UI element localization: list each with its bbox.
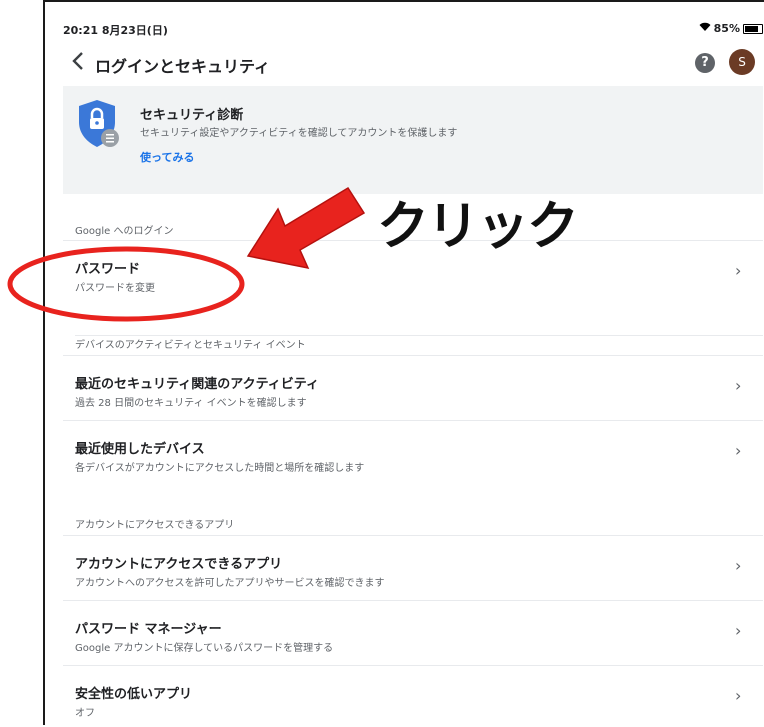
item-title: パスワード マネージャー <box>75 622 222 637</box>
click-annotation-label: クリック <box>377 197 579 257</box>
chevron-right-icon: › <box>735 441 742 460</box>
item-subtitle: 各デバイスがアカウントにアクセスした時間と場所を確認します <box>75 463 365 474</box>
security-checkup-card: セキュリティ診断 セキュリティ設定やアクティビティを確認してアカウントを保護しま… <box>63 86 763 194</box>
page-title: ログインとセキュリティ <box>95 57 271 76</box>
avatar[interactable]: S <box>729 49 755 75</box>
recent-security-activity-item[interactable]: 最近のセキュリティ関連のアクティビティ 過去 28 日間のセキュリティ イベント… <box>63 355 763 417</box>
item-title: 最近使用したデバイス <box>75 442 205 457</box>
battery-icon <box>743 23 763 34</box>
item-subtitle: オフ <box>75 708 95 719</box>
back-arrow-icon[interactable] <box>71 50 85 78</box>
checkup-description: セキュリティ設定やアクティビティを確認してアカウントを保護します <box>140 128 458 139</box>
chevron-right-icon: › <box>735 556 742 575</box>
item-subtitle: Google アカウントに保存しているパスワードを管理する <box>75 643 334 654</box>
chevron-right-icon: › <box>735 686 742 705</box>
less-secure-apps-item[interactable]: 安全性の低いアプリ オフ › <box>63 665 763 727</box>
apps-with-access-item[interactable]: アカウントにアクセスできるアプリ アカウントへのアクセスを許可したアプリやサービ… <box>63 535 763 597</box>
item-title: パスワード <box>75 262 141 277</box>
item-subtitle: アカウントへのアクセスを許可したアプリやサービスを確認できます <box>75 578 385 589</box>
item-subtitle: パスワードを変更 <box>75 283 155 294</box>
chevron-right-icon: › <box>735 621 742 640</box>
wifi-icon <box>699 22 711 35</box>
status-right: 85% <box>699 22 763 35</box>
password-manager-item[interactable]: パスワード マネージャー Google アカウントに保存しているパスワードを管理… <box>63 600 763 662</box>
status-bar: 20:21 8月23日(日) 85% <box>63 22 763 40</box>
section-google-login: Google へのログイン <box>75 226 174 237</box>
battery-percent: 85% <box>713 22 740 35</box>
section-apps-access: アカウントにアクセスできるアプリ <box>75 520 235 531</box>
item-title: アカウントにアクセスできるアプリ <box>75 557 283 572</box>
item-subtitle: 過去 28 日間のセキュリティ イベントを確認します <box>75 398 307 409</box>
status-time: 20:21 8月23日(日) <box>63 24 168 37</box>
help-icon[interactable]: ? <box>695 53 715 73</box>
app-bar: ログインとセキュリティ ? S <box>63 49 763 80</box>
section-device-activity: デバイスのアクティビティとセキュリティ イベント <box>75 335 763 351</box>
checkup-start-link[interactable]: 使ってみる <box>140 149 194 165</box>
security-shield-icon <box>77 98 119 147</box>
chevron-right-icon: › <box>735 376 742 395</box>
item-title: 最近のセキュリティ関連のアクティビティ <box>75 377 320 392</box>
checkup-title: セキュリティ診断 <box>140 108 244 123</box>
item-title: 安全性の低いアプリ <box>75 687 193 702</box>
chevron-right-icon: › <box>735 261 742 280</box>
recent-devices-item[interactable]: 最近使用したデバイス 各デバイスがアカウントにアクセスした時間と場所を確認します… <box>63 420 763 482</box>
